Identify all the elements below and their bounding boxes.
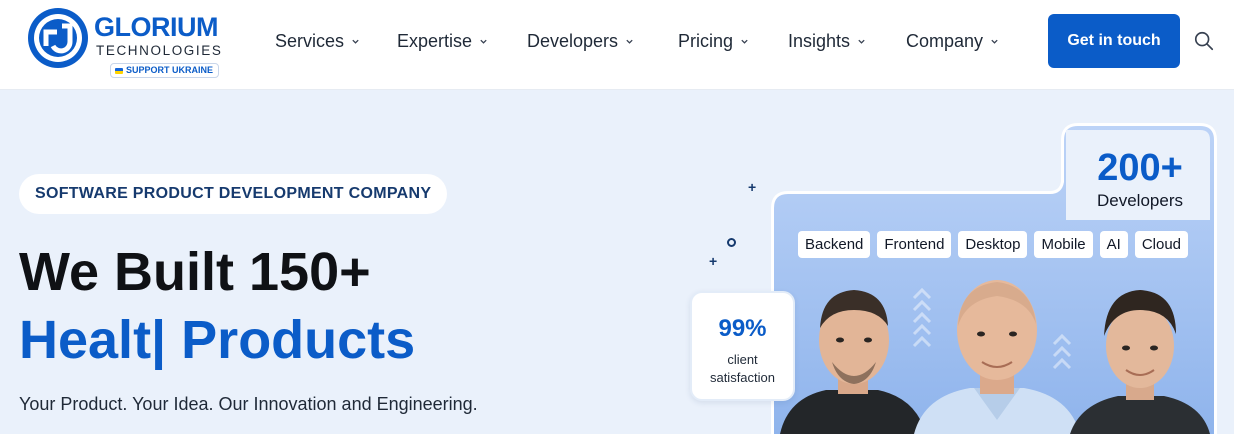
nav-item-services[interactable]: Services (275, 29, 360, 53)
satisfaction-label: client satisfaction (692, 351, 793, 387)
chip-frontend: Frontend (877, 231, 952, 258)
satisfaction-label-line-1: client (727, 352, 758, 367)
chip-cloud: Cloud (1134, 231, 1189, 258)
nav-item-pricing[interactable]: Pricing (678, 29, 749, 53)
nav-item-company[interactable]: Company (906, 29, 999, 53)
developers-label: Developers (1097, 191, 1183, 210)
get-in-touch-button[interactable]: Get in touch (1048, 14, 1180, 68)
nav-label: Developers (527, 31, 619, 51)
chevron-down-icon (626, 39, 633, 44)
chevron-down-icon (858, 39, 865, 44)
chip-backend: Backend (798, 231, 871, 258)
satisfaction-card: 99% client satisfaction (690, 291, 795, 401)
team-photo (780, 280, 1210, 434)
ukraine-flag-icon (115, 67, 123, 74)
chevron-down-icon (991, 39, 998, 44)
nav-label: Expertise (397, 31, 473, 51)
sparkle-plus-icon: + (709, 253, 718, 269)
sparkle-plus-icon: + (748, 179, 757, 195)
nav-item-expertise[interactable]: Expertise (397, 29, 488, 53)
logo[interactable]: GLORIUM TECHNOLOGIES SUPPORT UKRAINE (26, 6, 231, 80)
hero-title-line-2: Healt| Products (19, 310, 416, 370)
hero-title-line-1: We Built 150+ (19, 242, 371, 302)
person-middle-image (914, 280, 1080, 434)
developers-count: 200+ (1097, 147, 1183, 189)
site-header: GLORIUM TECHNOLOGIES SUPPORT UKRAINE Ser… (0, 0, 1234, 90)
person-left-image (780, 290, 926, 434)
nav-label: Company (906, 31, 984, 51)
hero-tag: SOFTWARE PRODUCT DEVELOPMENT COMPANY (19, 174, 448, 214)
support-ukraine-badge[interactable]: SUPPORT UKRAINE (110, 63, 220, 78)
hero-subtitle: Your Product. Your Idea. Our Innovation … (19, 394, 478, 414)
tech-chips: Backend Frontend Desktop Mobile AI Cloud (798, 231, 1189, 258)
nav-label: Insights (788, 31, 851, 51)
logo-subtitle: TECHNOLOGIES (96, 43, 223, 58)
person-right-image (1070, 290, 1210, 434)
nav-item-insights[interactable]: Insights (788, 29, 866, 53)
satisfaction-label-line-2: satisfaction (709, 370, 776, 385)
logo-name: GLORIUM (94, 12, 219, 42)
nav-label: Services (275, 31, 345, 51)
sparkle-ring-icon (727, 238, 736, 247)
satisfaction-value: 99% (718, 315, 767, 342)
chip-mobile: Mobile (1034, 231, 1093, 258)
chip-desktop: Desktop (958, 231, 1028, 258)
chevron-down-icon (741, 39, 748, 44)
badge-label: SUPPORT UKRAINE (126, 65, 214, 75)
nav-label: Pricing (678, 31, 734, 51)
chip-ai: AI (1099, 231, 1128, 258)
nav-item-developers[interactable]: Developers (527, 29, 634, 53)
logo-mark-icon (28, 8, 88, 68)
chevron-down-icon (480, 39, 487, 44)
search-icon[interactable] (1193, 30, 1215, 52)
chevron-down-icon (352, 39, 359, 44)
